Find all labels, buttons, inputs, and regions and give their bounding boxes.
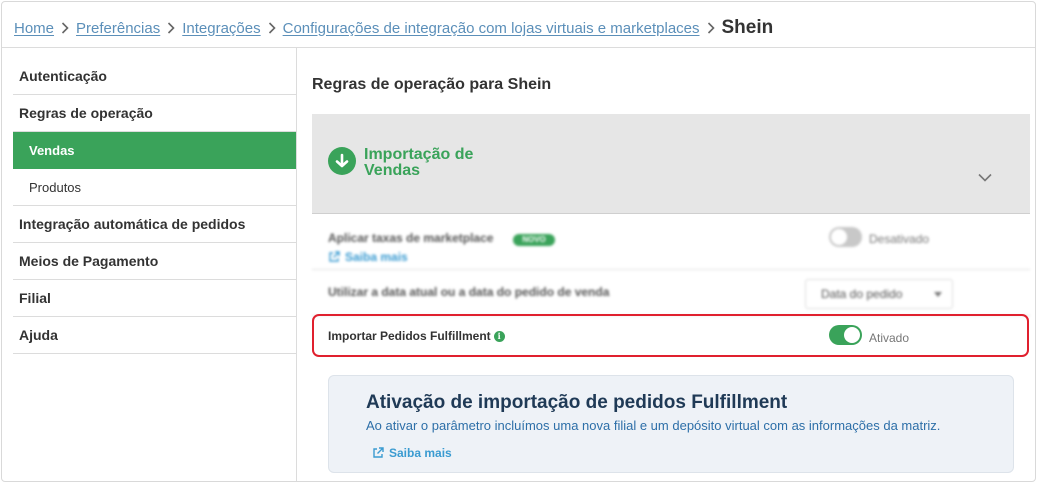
breadcrumb-preferences[interactable]: Preferências [76,20,160,37]
main-content: Regras de operação para Shein Importação… [297,48,1035,481]
breadcrumb-store-settings[interactable]: Configurações de integração com lojas vi… [283,20,700,37]
chevron-right-icon [702,22,720,34]
arrow-down-circle-icon [328,147,356,175]
learn-more-text: Saiba mais [389,446,452,460]
marketplace-fees-status: Desativado [869,232,930,246]
info-icon[interactable]: i [493,330,505,342]
marketplace-fees-row: Aplicar taxas de marketplace NOVO Saiba … [312,215,1030,270]
date-option-value: Data do pedido [821,287,903,301]
sidebar-item-branch[interactable]: Filial [13,280,296,317]
fulfillment-label-text: Importar Pedidos Fulfillment [328,329,491,343]
breadcrumb-current: Shein [721,17,774,38]
app-frame: Home Preferências Integrações Configuraç… [1,1,1036,482]
marketplace-fees-label: Aplicar taxas de marketplace [328,231,494,245]
sidebar-item-products[interactable]: Produtos [13,169,296,206]
new-badge: NOVO [513,234,555,246]
toggle-knob [844,327,860,343]
fulfillment-toggle[interactable] [829,325,862,345]
import-sales-panel-header[interactable]: Importação de Vendas [312,114,1030,214]
date-option-row: Utilizar a data atual ou a data do pedid… [312,270,1030,316]
breadcrumb: Home Preferências Integrações Configuraç… [14,14,773,42]
sidebar-item-order-integration[interactable]: Integração automática de pedidos [13,206,296,243]
sidebar: Autenticação Regras de operação Vendas P… [13,58,296,354]
import-sales-title: Importação de Vendas [364,146,474,179]
fulfillment-label: Importar Pedidos Fulfillment i [328,329,505,343]
toggle-knob [831,229,847,245]
learn-more-text: Saiba mais [345,250,408,264]
fulfillment-status: Ativado [869,331,910,345]
sidebar-item-operation-rules[interactable]: Regras de operação [13,95,296,132]
chevron-down-icon[interactable] [978,169,992,187]
info-card-learn-more-link[interactable]: Saiba mais [372,446,452,460]
chevron-right-icon [56,22,74,34]
date-option-select[interactable]: Data do pedido [805,279,953,309]
external-link-icon [329,251,340,262]
info-card-description: Ao ativar o parâmetro incluímos uma nova… [366,418,941,433]
info-card-title: Ativação de importação de pedidos Fulfil… [366,392,788,413]
marketplace-fees-learn-more-link[interactable]: Saiba mais [328,250,408,264]
breadcrumb-home[interactable]: Home [14,20,54,37]
fulfillment-info-card: Ativação de importação de pedidos Fulfil… [328,375,1014,473]
fulfillment-row-highlight: Importar Pedidos Fulfillment i Ativado [312,314,1029,357]
date-option-label: Utilizar a data atual ou a data do pedid… [328,285,610,299]
page-title: Regras de operação para Shein [312,76,552,93]
external-link-icon [373,447,384,458]
sidebar-item-sales[interactable]: Vendas [13,132,296,169]
marketplace-fees-toggle[interactable] [829,227,862,247]
sidebar-item-help[interactable]: Ajuda [13,317,296,354]
sidebar-item-payment-methods[interactable]: Meios de Pagamento [13,243,296,280]
sidebar-item-authentication[interactable]: Autenticação [13,58,296,95]
caret-down-icon [934,292,942,297]
chevron-right-icon [263,22,281,34]
breadcrumb-integrations[interactable]: Integrações [182,20,260,37]
chevron-right-icon [162,22,180,34]
